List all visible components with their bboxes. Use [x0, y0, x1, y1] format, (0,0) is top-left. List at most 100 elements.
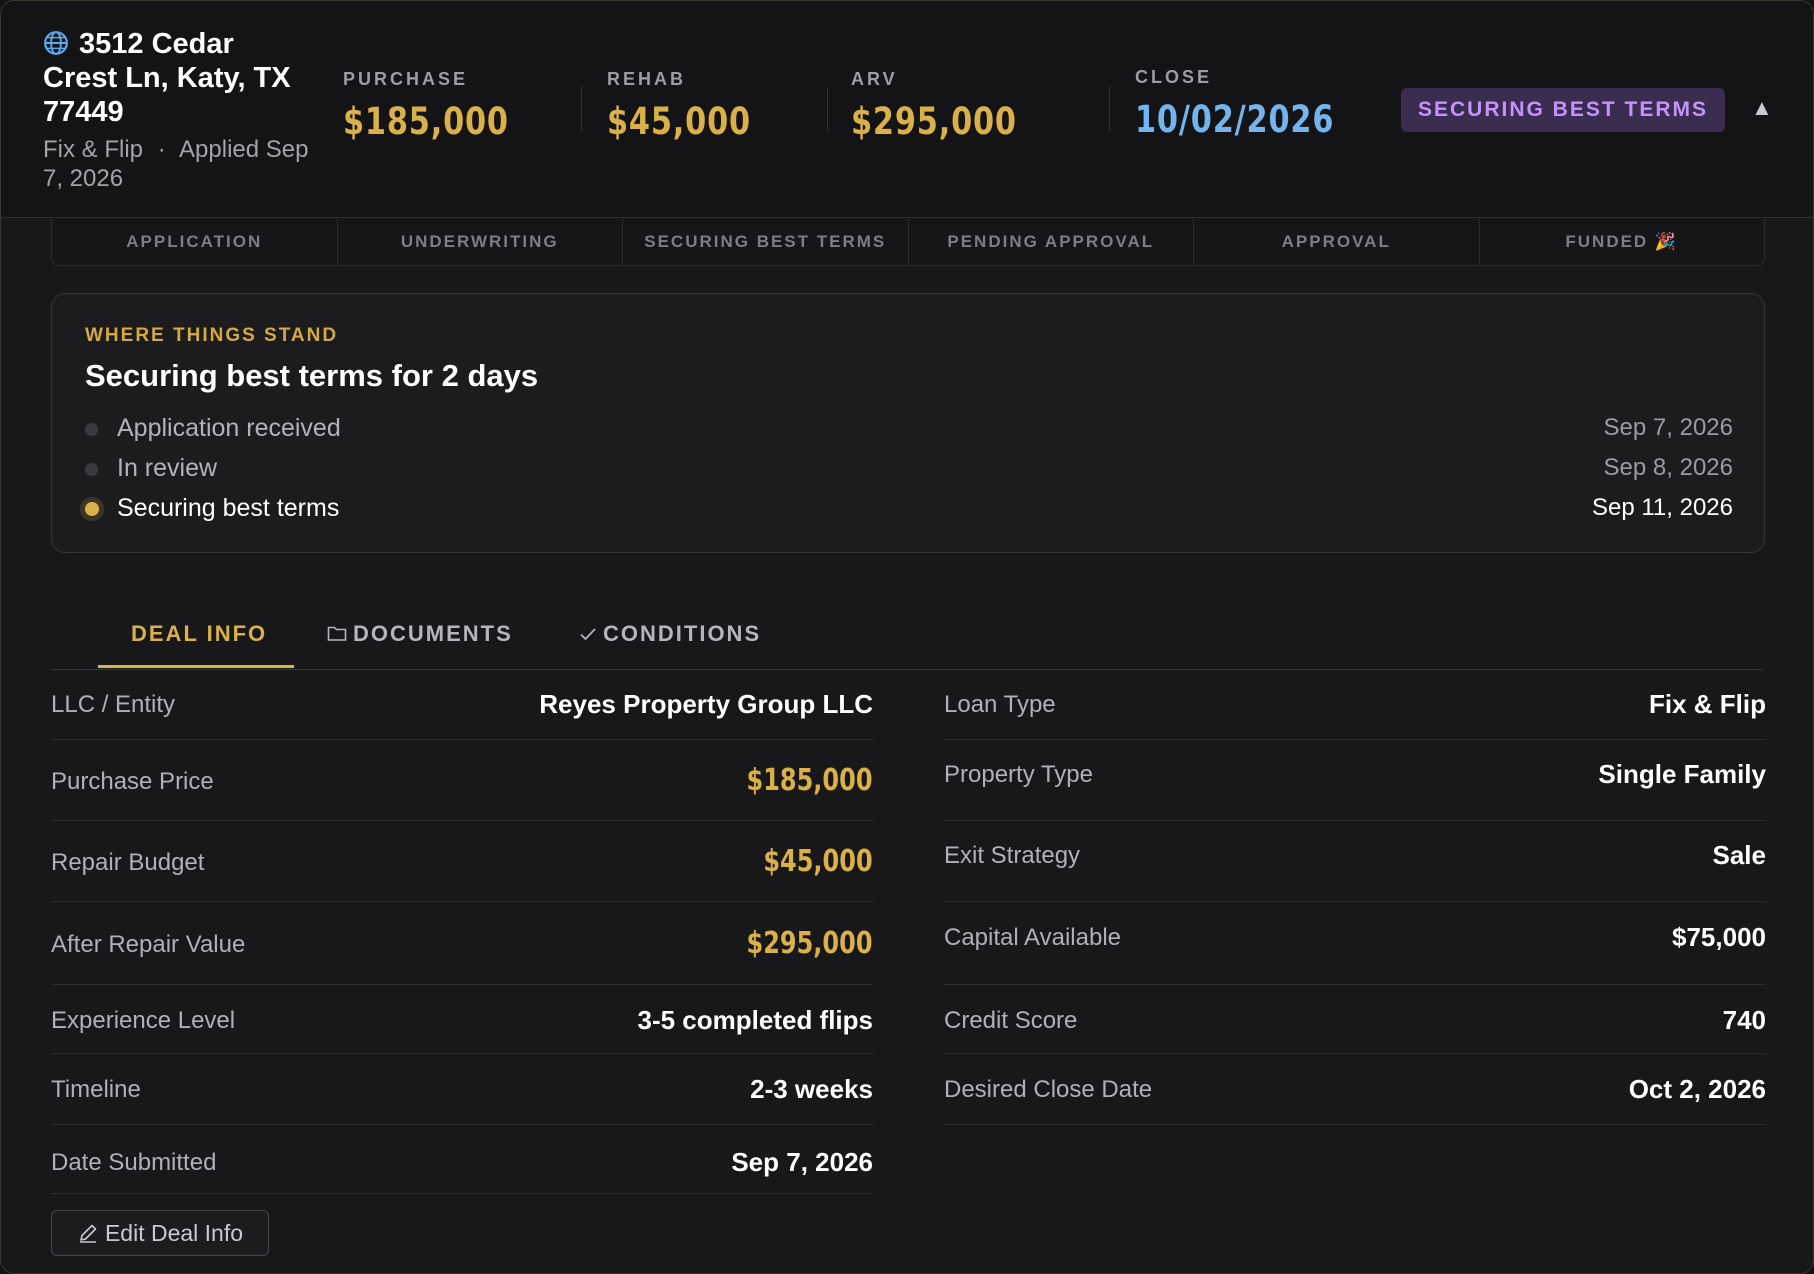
field-row: Desired Close Date Oct 2, 2026 — [944, 1054, 1766, 1125]
step-securing-best-terms: SECURING BEST TERMS — [623, 219, 909, 265]
field-value: Reyes Property Group LLC — [539, 689, 873, 719]
status-summary-panel: WHERE THINGS STAND Securing best terms f… — [51, 293, 1765, 553]
timeline-dot-icon — [85, 423, 98, 436]
field-label: Property Type — [944, 761, 1093, 788]
field-value: 740 — [1722, 1005, 1766, 1035]
address-block: 3512 Cedar Crest Ln, Katy, TX 77449 Fix … — [43, 27, 313, 193]
divider — [1109, 87, 1110, 131]
field-row: Property Type Single Family — [944, 740, 1766, 821]
field-row: Date Submitted Sep 7, 2026 — [51, 1125, 873, 1194]
deal-fields-left: LLC / Entity Reyes Property Group LLC Pu… — [51, 671, 873, 1194]
meta-separator: · — [157, 136, 166, 163]
globe-icon — [44, 31, 68, 55]
stat-value: $45,000 — [607, 100, 751, 143]
field-value: 2-3 weeks — [750, 1074, 873, 1104]
timeline-item-current: Securing best terms Sep 11, 2026 — [85, 492, 1733, 528]
field-value: Sale — [1712, 840, 1767, 870]
property-address: 3512 Cedar Crest Ln, Katy, TX 77449 — [43, 27, 313, 129]
field-label: After Repair Value — [51, 931, 246, 958]
tab-label: DOCUMENTS — [353, 621, 513, 646]
field-value: Sep 7, 2026 — [731, 1147, 873, 1177]
step-approval: APPROVAL — [1194, 219, 1480, 265]
deal-meta: Fix & Flip · Applied Sep 7, 2026 — [43, 135, 313, 193]
field-label: Repair Budget — [51, 849, 205, 876]
status-badge: SECURING BEST TERMS — [1401, 88, 1725, 132]
field-row: Exit Strategy Sale — [944, 821, 1766, 902]
field-label: Loan Type — [944, 691, 1056, 718]
field-row: Purchase Price $185,000 — [51, 740, 873, 821]
panel-kicker: WHERE THINGS STAND — [85, 325, 339, 346]
step-pending-approval: PENDING APPROVAL — [909, 219, 1194, 265]
divider — [581, 87, 582, 131]
stat-label: REHAB — [607, 69, 687, 89]
timeline-item: Application received Sep 7, 2026 — [85, 412, 1733, 448]
edit-deal-info-button[interactable]: Edit Deal Info — [51, 1210, 269, 1256]
tab-deal-info[interactable]: DEAL INFO — [131, 621, 267, 647]
field-row: After Repair Value $295,000 — [51, 902, 873, 985]
field-value: $45,000 — [763, 844, 873, 879]
step-funded: FUNDED 🎉 — [1565, 232, 1679, 251]
field-value: $295,000 — [746, 926, 873, 961]
timeline-date: Sep 11, 2026 — [1591, 494, 1733, 521]
timeline-label: In review — [117, 454, 218, 482]
folder-icon — [327, 626, 347, 641]
timeline-date: Sep 8, 2026 — [1603, 454, 1733, 481]
timeline-label: Securing best terms — [117, 494, 340, 522]
tab-conditions[interactable]: CONDITIONS — [579, 621, 761, 647]
field-row: Experience Level 3-5 completed flips — [51, 985, 873, 1054]
deal-card: 3512 Cedar Crest Ln, Katy, TX 77449 Fix … — [0, 0, 1814, 1274]
stat-purchase: PURCHASE $185,000 — [343, 69, 545, 143]
field-label: Capital Available — [944, 924, 1122, 951]
field-row: LLC / Entity Reyes Property Group LLC — [51, 671, 873, 740]
field-value: Single Family — [1598, 759, 1766, 789]
field-label: LLC / Entity — [51, 691, 176, 718]
deal-fields-right: Loan Type Fix & Flip Property Type Singl… — [944, 671, 1766, 1125]
field-row: Credit Score 740 — [944, 985, 1766, 1054]
stat-rehab: REHAB $45,000 — [607, 69, 783, 143]
deal-header: 3512 Cedar Crest Ln, Katy, TX 77449 Fix … — [1, 1, 1813, 218]
step-underwriting: UNDERWRITING — [338, 219, 623, 265]
panel-title: Securing best terms for 2 days — [85, 358, 539, 393]
field-row: Timeline 2-3 weeks — [51, 1054, 873, 1125]
field-row: Capital Available $75,000 — [944, 902, 1766, 985]
active-tab-indicator — [98, 665, 294, 668]
field-value: Fix & Flip — [1649, 689, 1766, 719]
field-value: Oct 2, 2026 — [1628, 1074, 1766, 1104]
collapse-toggle-icon[interactable]: ▲ — [1751, 95, 1773, 121]
timeline-date: Sep 7, 2026 — [1603, 414, 1733, 441]
field-label: Exit Strategy — [944, 842, 1081, 869]
detail-tabs: DEAL INFO DOCUMENTS CONDITIONS — [51, 613, 1763, 670]
stat-arv: ARV $295,000 — [851, 69, 1053, 143]
field-label: Desired Close Date — [944, 1076, 1153, 1103]
timeline-item: In review Sep 8, 2026 — [85, 452, 1733, 488]
stat-close: CLOSE 10/02/2026 — [1135, 67, 1378, 141]
field-label: Date Submitted — [51, 1149, 217, 1176]
pencil-icon — [79, 1224, 97, 1243]
field-value: 3-5 completed flips — [637, 1005, 874, 1035]
field-label: Experience Level — [51, 1007, 236, 1034]
stat-value: 10/02/2026 — [1135, 98, 1335, 141]
stat-value: $185,000 — [343, 100, 509, 143]
button-label: Edit Deal Info — [104, 1220, 244, 1246]
progress-stepper: APPLICATION UNDERWRITING SECURING BEST T… — [51, 219, 1765, 266]
timeline-dot-icon — [85, 463, 98, 476]
field-label: Timeline — [51, 1076, 141, 1103]
tab-label: CONDITIONS — [603, 621, 762, 646]
field-row: Loan Type Fix & Flip — [944, 671, 1766, 740]
check-icon — [580, 628, 596, 641]
field-row: Repair Budget $45,000 — [51, 821, 873, 902]
stat-label: ARV — [851, 69, 898, 89]
stat-label: CLOSE — [1135, 67, 1213, 87]
tab-documents[interactable]: DOCUMENTS — [327, 621, 513, 647]
field-value: $185,000 — [746, 763, 873, 798]
address-text: 3512 Cedar Crest Ln, Katy, TX 77449 — [43, 28, 291, 128]
field-value: $75,000 — [1672, 922, 1766, 952]
divider — [827, 87, 828, 131]
field-label: Credit Score — [944, 1007, 1078, 1034]
timeline-active-dot-icon — [85, 502, 99, 516]
stat-label: PURCHASE — [343, 69, 469, 89]
field-label: Purchase Price — [51, 768, 214, 795]
step-application: APPLICATION — [52, 219, 338, 265]
timeline-label: Application received — [117, 414, 341, 442]
stat-value: $295,000 — [851, 100, 1017, 143]
